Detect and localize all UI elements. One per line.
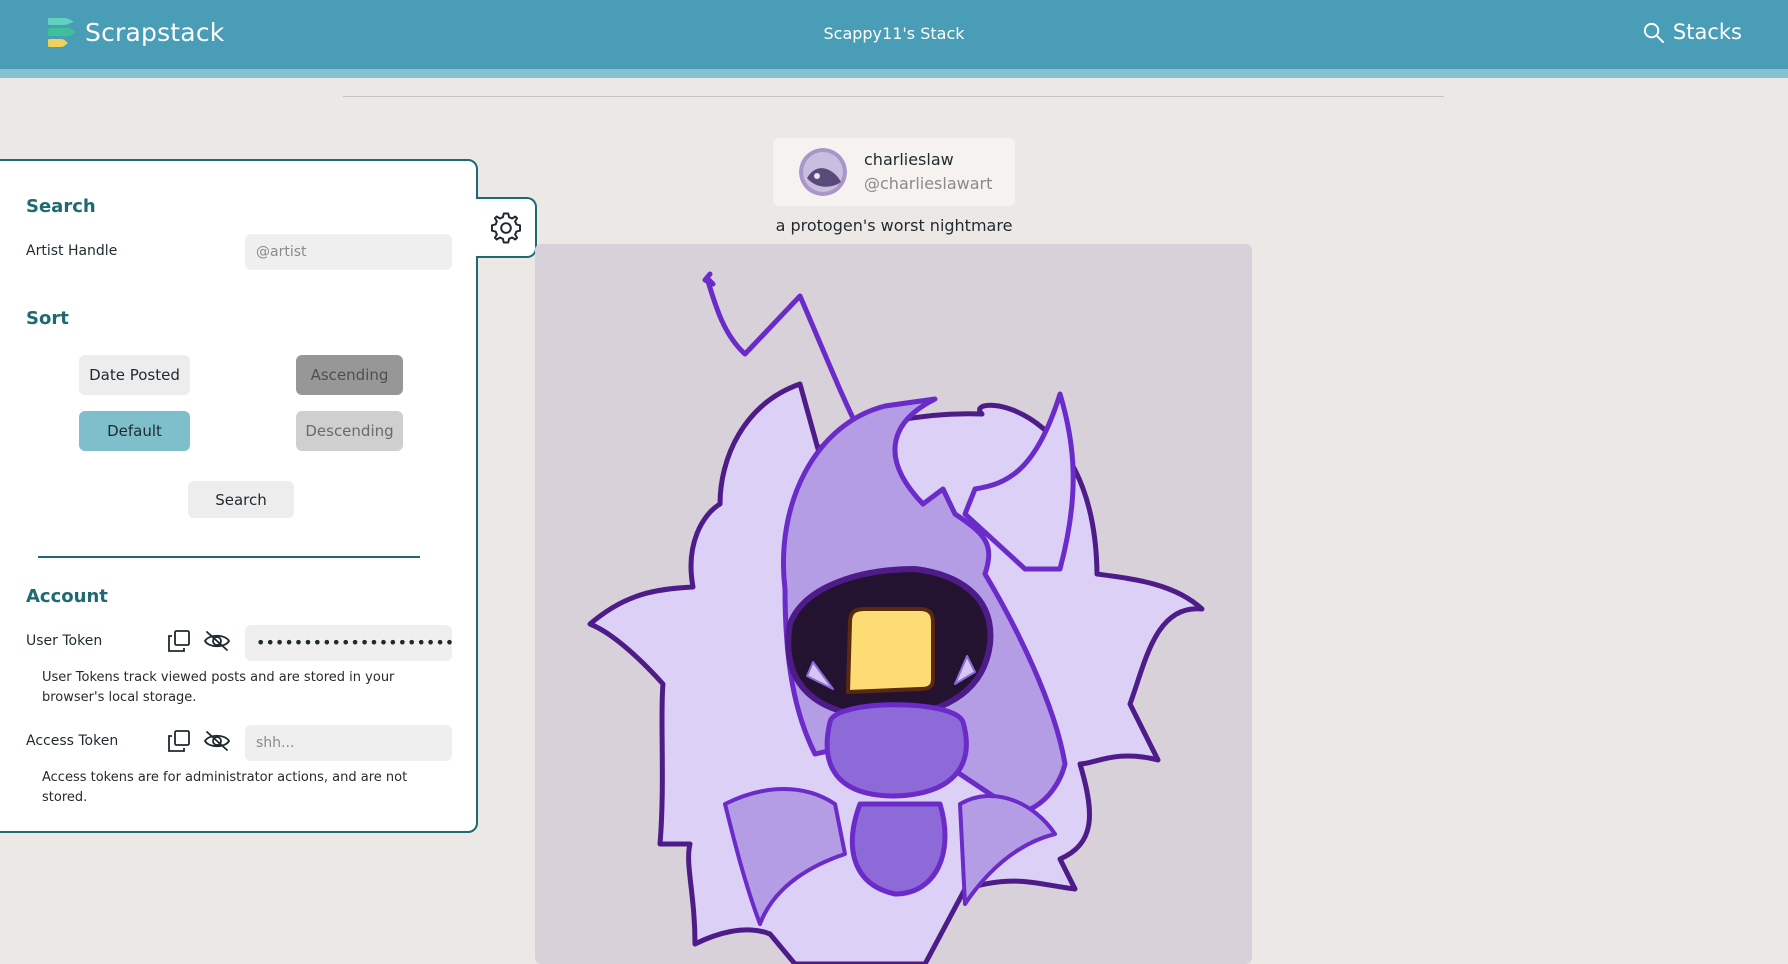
access-token-input[interactable] bbox=[245, 725, 452, 761]
search-icon bbox=[1643, 22, 1664, 43]
post-artwork[interactable] bbox=[535, 244, 1252, 964]
stacks-search-link[interactable]: Stacks bbox=[1642, 20, 1742, 44]
copy-icon bbox=[168, 630, 190, 652]
settings-panel: Search Artist Handle Sort Date Posted As… bbox=[0, 159, 478, 833]
author-avatar bbox=[799, 148, 847, 196]
eye-off-icon bbox=[203, 631, 231, 651]
stacks-label: Stacks bbox=[1672, 20, 1742, 44]
sort-default-button[interactable]: Default bbox=[79, 411, 190, 451]
sort-ascending-button[interactable]: Ascending bbox=[296, 355, 403, 395]
search-section-title: Search bbox=[26, 196, 96, 217]
eye-off-icon bbox=[203, 731, 231, 751]
sort-section-title: Sort bbox=[26, 308, 69, 329]
copy-user-token-button[interactable] bbox=[165, 627, 193, 655]
copy-icon bbox=[168, 730, 190, 752]
copy-access-token-button[interactable] bbox=[165, 727, 193, 755]
sort-date-posted-button[interactable]: Date Posted bbox=[79, 355, 190, 395]
search-submit-button[interactable]: Search bbox=[188, 481, 294, 518]
user-token-field[interactable]: •••••••••••••••••••••• bbox=[245, 625, 452, 661]
toggle-user-token-visibility-button[interactable] bbox=[203, 627, 231, 655]
artwork-image bbox=[587, 271, 1205, 964]
author-card[interactable]: charlieslaw @charlieslawart bbox=[773, 138, 1015, 206]
header-accent-strip bbox=[0, 69, 1788, 78]
author-name: charlieslaw bbox=[864, 150, 954, 169]
artist-handle-label: Artist Handle bbox=[26, 243, 118, 259]
access-token-help-text: Access tokens are for administrator acti… bbox=[42, 770, 408, 805]
toggle-access-token-visibility-button[interactable] bbox=[203, 727, 231, 755]
top-navigation-bar: Scrapstack Scappy11's Stack Stacks bbox=[0, 0, 1788, 69]
user-token-label: User Token bbox=[26, 633, 103, 649]
post-caption: a protogen's worst nightmare bbox=[775, 216, 1013, 235]
stack-title: Scappy11's Stack bbox=[823, 24, 965, 43]
artist-handle-input[interactable] bbox=[245, 234, 452, 270]
top-divider bbox=[343, 96, 1444, 97]
account-section-title: Account bbox=[26, 586, 108, 607]
access-token-label: Access Token bbox=[26, 733, 119, 749]
account-divider bbox=[38, 556, 420, 558]
author-handle: @charlieslawart bbox=[864, 174, 993, 193]
sort-descending-button[interactable]: Descending bbox=[296, 411, 403, 451]
user-token-help-text: User Tokens track viewed posts and are s… bbox=[42, 670, 395, 705]
